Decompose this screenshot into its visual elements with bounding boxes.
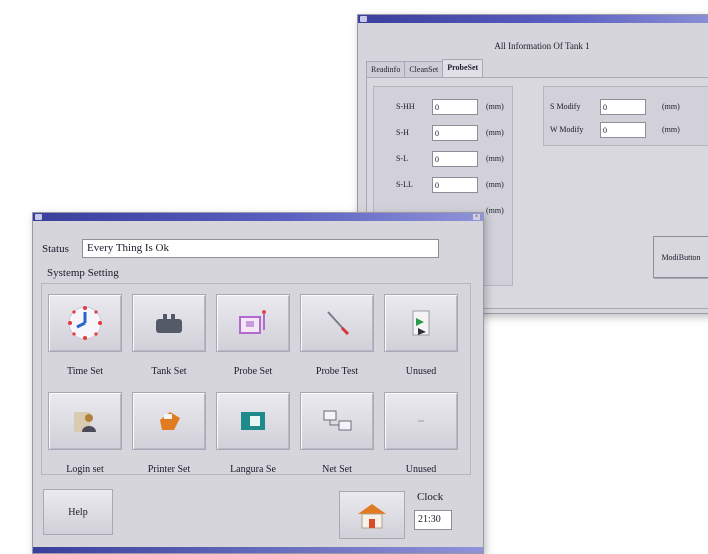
tile-label: Tank Set xyxy=(151,366,187,377)
network-icon xyxy=(323,410,352,431)
main-menu-window: × Status Every Thing Is Ok Systemp Setti… xyxy=(32,212,484,554)
modify-group: S Modify 0 (mm) W Modify 0 (mm) xyxy=(543,86,708,146)
blank-icon xyxy=(418,420,424,422)
language-set-button[interactable] xyxy=(216,392,290,450)
home-icon xyxy=(358,504,386,529)
time-set-button[interactable] xyxy=(48,294,122,352)
tank-icon xyxy=(156,314,182,333)
modify-label: S Modify xyxy=(550,102,581,111)
status-label: Status xyxy=(42,243,69,255)
level-label: S-L xyxy=(396,154,408,163)
titlebar[interactable]: × xyxy=(33,213,483,221)
probe-test-icon xyxy=(327,311,350,336)
net-set-button[interactable] xyxy=(300,392,374,450)
window-icon xyxy=(35,214,42,220)
unused-button-1[interactable] xyxy=(384,294,458,352)
modify-input[interactable]: 0 xyxy=(600,122,646,138)
tile-label: Probe Test xyxy=(315,366,359,377)
unit-label: (mm) xyxy=(662,125,680,134)
unit-label: (mm) xyxy=(486,154,504,163)
probe-test-button[interactable] xyxy=(300,294,374,352)
settings-group: Time Set Tank Set Probe Set Probe Test U… xyxy=(41,283,471,475)
level-label: S-H xyxy=(396,128,409,137)
modify-label: W Modify xyxy=(550,125,584,134)
printer-icon xyxy=(160,412,180,430)
close-icon[interactable]: × xyxy=(473,214,480,220)
unit-label: (mm) xyxy=(486,206,504,215)
clock-icon xyxy=(68,306,102,340)
clock-label: Clock xyxy=(417,491,444,503)
tile-label: Net Set xyxy=(322,464,352,475)
unused-button-2[interactable] xyxy=(384,392,458,450)
unit-label: (mm) xyxy=(486,180,504,189)
arrow-icon xyxy=(412,310,430,336)
probe-set-icon xyxy=(239,310,266,334)
modify-row-w: W Modify 0 (mm) xyxy=(544,120,708,138)
modify-row-s: S Modify 0 (mm) xyxy=(544,97,708,115)
home-button[interactable] xyxy=(339,491,405,539)
tank-set-button[interactable] xyxy=(132,294,206,352)
level-input[interactable]: 0 xyxy=(432,125,478,141)
tile-label: Langura Se xyxy=(230,464,276,475)
section-label: Systemp Setting xyxy=(47,267,119,279)
unit-label: (mm) xyxy=(486,102,504,111)
tile-label: Printer Set xyxy=(147,464,191,475)
level-input[interactable]: 0 xyxy=(432,99,478,115)
modi-button[interactable]: ModiButton xyxy=(653,236,708,278)
titlebar[interactable] xyxy=(358,15,708,23)
window-icon xyxy=(360,16,367,22)
user-icon xyxy=(74,412,96,432)
level-row-sh: S-H 0 (mm) xyxy=(374,123,514,141)
clock-field: 21:30 xyxy=(414,510,452,530)
tile-label: Login set xyxy=(66,464,104,475)
level-label: S-HH xyxy=(396,102,415,111)
window-heading: All Information Of Tank 1 xyxy=(494,41,590,51)
level-input[interactable]: 0 xyxy=(432,151,478,167)
unit-label: (mm) xyxy=(486,128,504,137)
modify-input[interactable]: 0 xyxy=(600,99,646,115)
level-row-sll: S-LL 0 (mm) xyxy=(374,175,514,193)
window-bottom-border xyxy=(33,547,483,553)
level-input[interactable]: 0 xyxy=(432,177,478,193)
level-label: S-LL xyxy=(396,180,413,189)
login-set-button[interactable] xyxy=(48,392,122,450)
tile-label: Unused xyxy=(405,464,437,475)
status-field: Every Thing Is Ok xyxy=(82,239,439,258)
language-icon xyxy=(241,412,265,430)
tile-label: Time Set xyxy=(66,366,104,377)
level-row-shh: S-HH 0 (mm) xyxy=(374,97,514,115)
printer-set-button[interactable] xyxy=(132,392,206,450)
tile-label: Unused xyxy=(405,366,437,377)
tile-label: Probe Set xyxy=(233,366,273,377)
help-button[interactable]: Help xyxy=(43,489,113,535)
level-row-sl: S-L 0 (mm) xyxy=(374,149,514,167)
unit-label: (mm) xyxy=(662,102,680,111)
probe-set-button[interactable] xyxy=(216,294,290,352)
tab-probeset[interactable]: ProbeSet xyxy=(442,59,484,77)
